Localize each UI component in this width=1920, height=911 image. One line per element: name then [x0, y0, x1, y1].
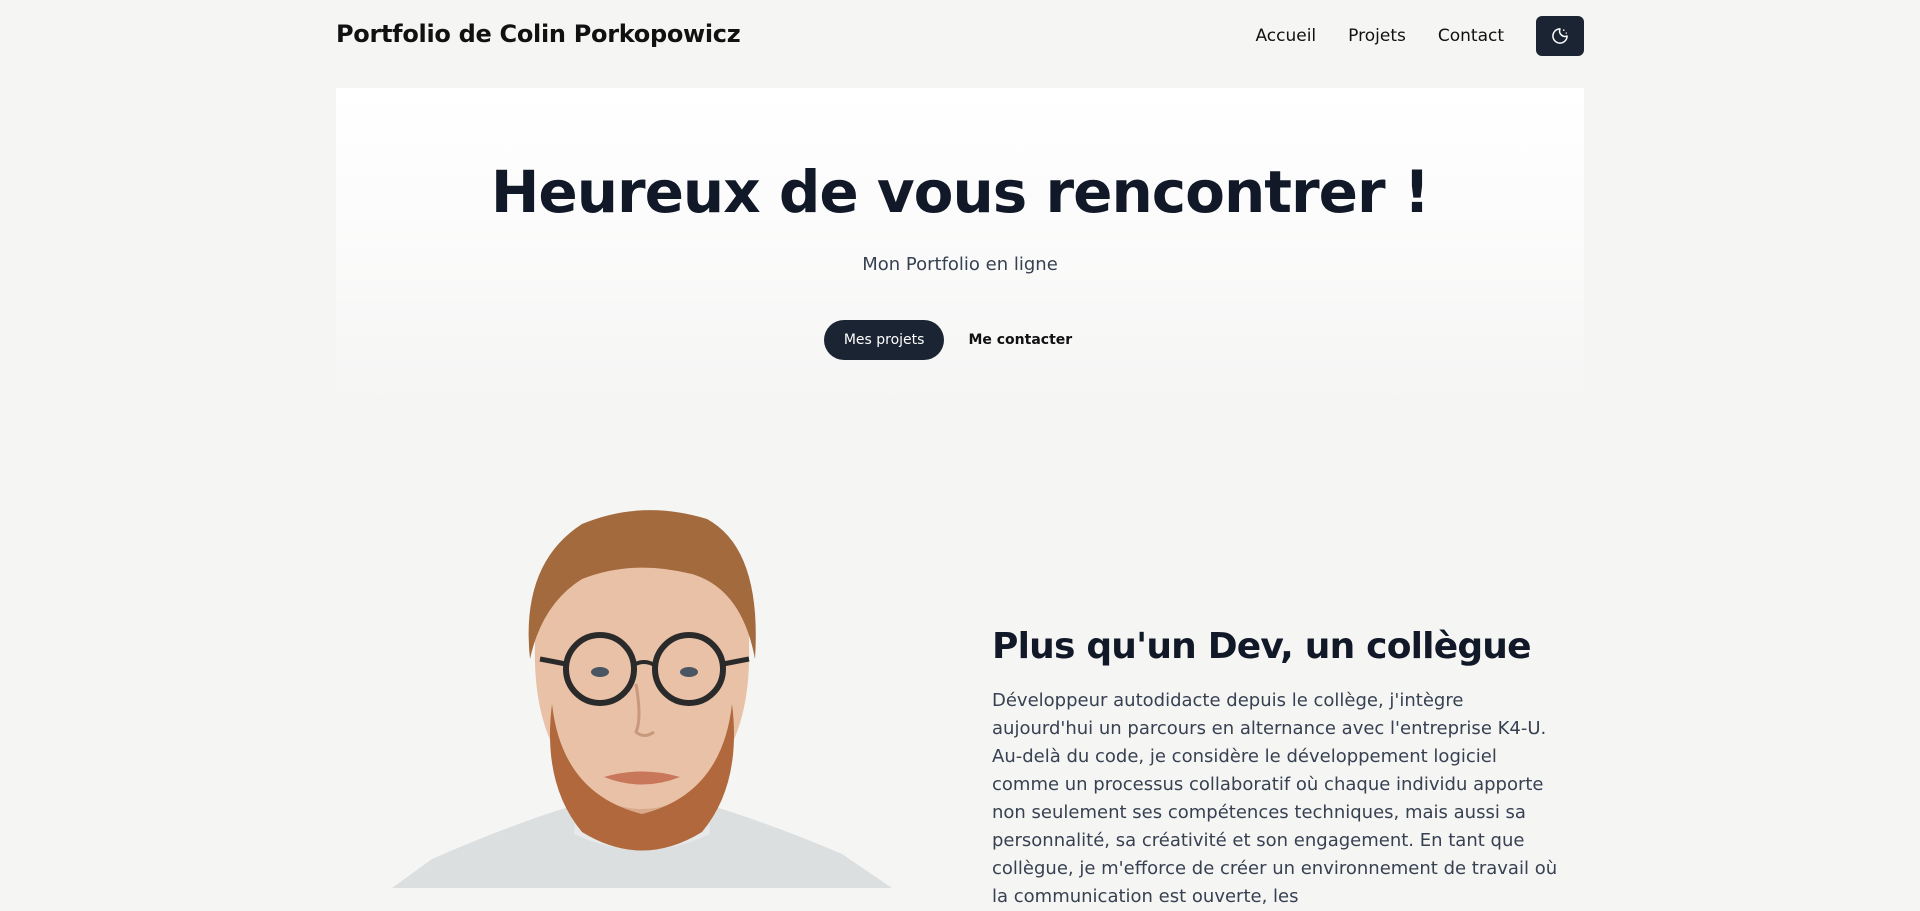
profile-photo: [392, 494, 892, 888]
hero-actions: Mes projets Me contacter: [336, 320, 1584, 360]
site-brand[interactable]: Portfolio de Colin Porkopowicz: [336, 20, 741, 48]
hero-section: Heureux de vous rencontrer ! Mon Portfol…: [336, 88, 1584, 408]
about-section: Plus qu'un Dev, un collègue Développeur …: [992, 626, 1566, 911]
nav-link-contact[interactable]: Contact: [1438, 26, 1504, 46]
my-projects-button[interactable]: Mes projets: [823, 320, 945, 360]
hero-title: Heureux de vous rencontrer !: [490, 158, 1430, 226]
hero-subtitle: Mon Portfolio en ligne: [862, 254, 1058, 275]
nav-link-projects[interactable]: Projets: [1348, 26, 1406, 46]
contact-me-button[interactable]: Me contacter: [944, 320, 1096, 360]
nav-link-home[interactable]: Accueil: [1255, 26, 1316, 46]
moon-icon: [1552, 28, 1568, 44]
about-title: Plus qu'un Dev, un collègue: [992, 626, 1532, 667]
site-header: Portfolio de Colin Porkopowicz Accueil P…: [336, 0, 1584, 72]
about-text: Développeur autodidacte depuis le collèg…: [992, 690, 1558, 907]
theme-toggle-button[interactable]: [1536, 16, 1584, 56]
main-nav: Accueil Projets Contact: [1255, 16, 1584, 56]
